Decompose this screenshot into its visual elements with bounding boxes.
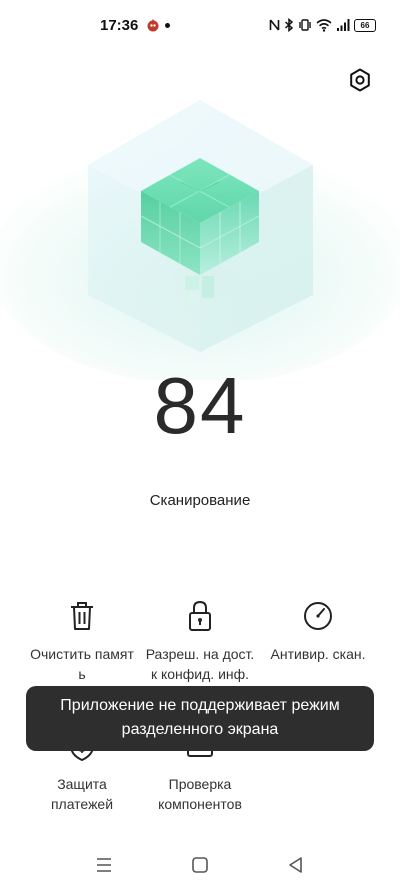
- component-check-label-2: компонентов: [158, 796, 242, 812]
- menu-icon[interactable]: [92, 853, 116, 877]
- clean-memory-label-1: Очистить памят: [30, 646, 134, 662]
- privacy-permissions-label-1: Разреш. на дост.: [145, 646, 255, 662]
- security-cube-illustration: [0, 100, 400, 380]
- payment-protection-label-1: Защита: [57, 776, 107, 792]
- navigation-bar: [0, 845, 400, 885]
- status-bar: 17:36 66: [0, 0, 400, 52]
- lock-icon: [189, 600, 211, 631]
- notification-dot: [165, 23, 170, 28]
- split-screen-toast: Приложение не поддерживает режим разделе…: [26, 686, 374, 751]
- privacy-permissions-label-2: к конфид. инф.: [150, 666, 250, 682]
- trash-icon: [71, 602, 93, 630]
- clean-memory-label-2: ь: [78, 666, 86, 682]
- status-time: 17:36: [100, 17, 139, 34]
- payment-protection-label-2: платежей: [50, 796, 114, 812]
- scan-button[interactable]: Сканирование: [0, 492, 400, 509]
- wifi-icon: [316, 19, 332, 32]
- status-icons: 66: [269, 16, 376, 34]
- bluetooth-icon: [284, 18, 294, 32]
- component-check-label-1: Проверка: [168, 776, 232, 792]
- gauge-icon: [304, 602, 332, 630]
- nfc-icon: [269, 19, 280, 31]
- back-icon[interactable]: [284, 853, 308, 877]
- battery-icon: 66: [354, 18, 376, 32]
- home-icon[interactable]: [188, 853, 212, 877]
- clean-memory-button[interactable]: Очистить памят ь: [17, 598, 147, 684]
- privacy-permissions-button[interactable]: Разреш. на дост. к конфид. инф.: [135, 598, 265, 684]
- signal-icon: [337, 19, 350, 31]
- app-notification-icon: [147, 19, 159, 32]
- toast-line-1: Приложение не поддерживает режим: [60, 697, 340, 714]
- security-score: 84: [153, 361, 247, 450]
- antivirus-scan-label-1: Антивир. скан.: [270, 646, 366, 662]
- antivirus-scan-button[interactable]: Антивир. скан.: [253, 598, 383, 664]
- vibrate-icon: [299, 19, 311, 31]
- toast-line-2: разделенного экрана: [121, 721, 279, 738]
